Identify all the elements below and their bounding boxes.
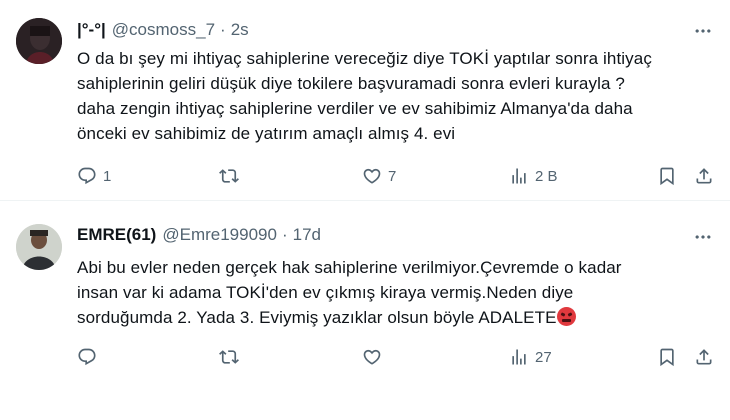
retweet-icon — [219, 347, 239, 367]
views-button[interactable]: 27 — [509, 344, 552, 370]
reply-icon — [77, 347, 97, 367]
view-count: 27 — [535, 348, 552, 366]
tweet-header: EMRE(61) @Emre199090 · 17d — [77, 224, 321, 246]
tweet-text: O da bı şey mi ihtiyaç sahiplerine verec… — [77, 49, 652, 143]
view-count: 2 B — [535, 167, 558, 185]
action-bar: 1 7 2 B — [77, 163, 717, 189]
reply-button[interactable] — [77, 344, 103, 370]
tweet-header: |°-°| @cosmoss_7 · 2s — [77, 19, 249, 41]
display-name[interactable]: EMRE(61) — [77, 225, 156, 245]
analytics-icon — [509, 166, 529, 186]
user-handle[interactable]: @cosmoss_7 — [112, 20, 215, 40]
views-button[interactable]: 2 B — [509, 163, 558, 189]
bookmark-icon — [657, 166, 677, 186]
tweet-text-content: Abi bu evler neden gerçek hak sahiplerin… — [77, 258, 622, 327]
tweet-text: Abi bu evler neden gerçek hak sahiplerin… — [77, 255, 713, 330]
bookmark-button[interactable] — [657, 163, 677, 189]
timestamp[interactable]: 17d — [293, 225, 321, 245]
more-options-icon[interactable] — [692, 226, 714, 248]
separator-dot: · — [220, 20, 226, 39]
share-icon — [694, 347, 714, 367]
tweet[interactable]: EMRE(61) @Emre199090 · 17d Abi bu evler … — [0, 202, 730, 420]
avatar[interactable] — [16, 18, 62, 64]
avatar[interactable] — [16, 224, 62, 270]
bookmark-button[interactable] — [657, 344, 677, 370]
analytics-icon — [509, 347, 529, 367]
user-handle[interactable]: @Emre199090 — [162, 225, 277, 245]
reply-button[interactable]: 1 — [77, 163, 111, 189]
display-name[interactable]: |°-°| — [77, 20, 106, 40]
bookmark-icon — [657, 347, 677, 367]
retweet-button[interactable] — [219, 344, 245, 370]
like-button[interactable]: 7 — [362, 163, 396, 189]
more-options-icon[interactable] — [692, 20, 714, 42]
reply-count: 1 — [103, 167, 112, 185]
action-bar: 27 — [77, 344, 717, 370]
share-icon — [694, 166, 714, 186]
timestamp[interactable]: 2s — [231, 20, 249, 40]
share-button[interactable] — [694, 344, 714, 370]
heart-icon — [362, 347, 382, 367]
retweet-button[interactable] — [219, 163, 245, 189]
heart-icon — [362, 166, 382, 186]
like-button[interactable] — [362, 344, 388, 370]
like-count: 7 — [388, 167, 397, 185]
separator-dot: · — [281, 225, 288, 244]
tweet[interactable]: |°-°| @cosmoss_7 · 2s O da bı şey mi iht… — [0, 0, 730, 201]
retweet-icon — [219, 166, 239, 186]
reply-icon — [77, 166, 97, 186]
angry-face-icon — [556, 307, 576, 326]
share-button[interactable] — [694, 163, 714, 189]
